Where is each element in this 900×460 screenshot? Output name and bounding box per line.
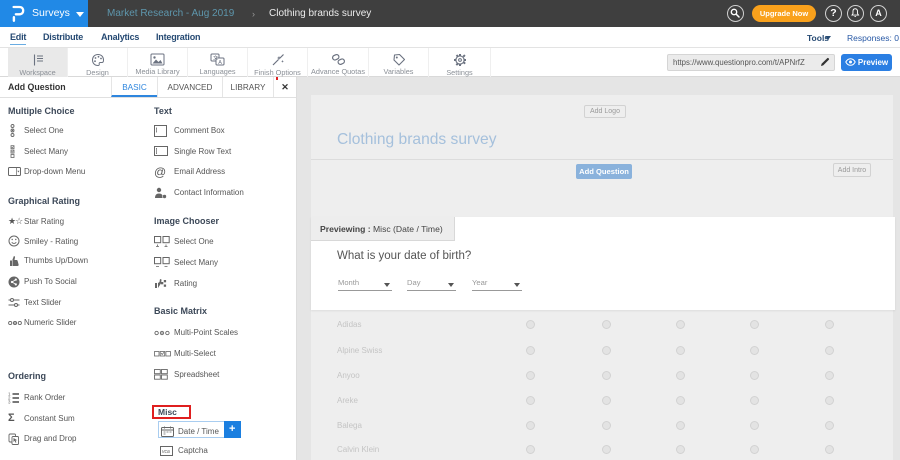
svg-text:A: A (218, 59, 222, 65)
svg-text:vca: vca (162, 449, 170, 455)
svg-text:3: 3 (8, 399, 11, 403)
